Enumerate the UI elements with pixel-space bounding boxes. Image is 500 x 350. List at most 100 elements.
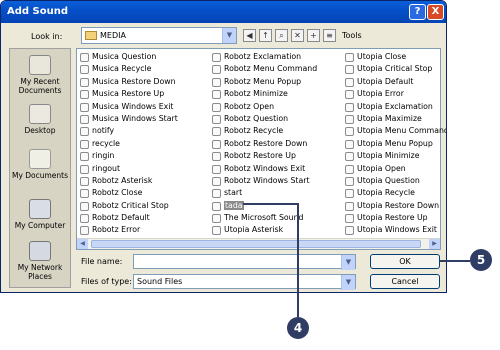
file-list[interactable]: Musica Question Musica Recycle Musica Rest… (76, 48, 446, 250)
file-item[interactable]: Utopia Menu Command (344, 125, 447, 137)
file-item[interactable]: notify (79, 125, 178, 137)
sound-file-icon (345, 102, 354, 112)
sound-file-icon (80, 90, 89, 100)
sound-file-icon (212, 226, 221, 236)
file-item[interactable]: Utopia Menu Popup (344, 138, 446, 150)
file-item-label: The Microsoft Sound (224, 213, 304, 223)
tools-menu[interactable]: Tools (342, 31, 362, 40)
scrollbar-thumb[interactable] (91, 240, 421, 248)
file-item[interactable]: Robotz Windows Exit (211, 163, 317, 175)
sound-file-icon (345, 53, 354, 62)
chevron-down-icon[interactable]: ▼ (222, 28, 236, 43)
file-item[interactable]: Utopia Default (344, 76, 446, 88)
file-item[interactable]: Robotz Windows Start (211, 175, 317, 187)
place-my-computer[interactable]: My Computer (10, 199, 70, 230)
close-button[interactable]: X (427, 4, 444, 20)
file-type-dropdown[interactable]: Sound Files ▼ (133, 274, 356, 290)
file-item[interactable]: Robotz Close (79, 187, 178, 199)
file-item[interactable]: Utopia Minimize (344, 150, 446, 162)
toolbar: ◀ ↑ ⌕ ✕ + ≡ Tools (243, 27, 362, 44)
help-button[interactable]: ? (409, 4, 426, 20)
sound-file-icon (212, 114, 221, 124)
folder-icon (85, 31, 97, 40)
place-network[interactable]: My Network Places (10, 241, 70, 281)
horizontal-scrollbar[interactable]: ◀ ▶ (77, 238, 440, 249)
look-in-dropdown[interactable]: MEDIA ▼ (81, 27, 237, 44)
ok-button[interactable]: OK (370, 254, 440, 269)
views-icon[interactable]: ≡ (323, 29, 336, 42)
file-item[interactable]: Musica Windows Start (79, 113, 178, 125)
new-folder-icon[interactable]: + (307, 29, 320, 42)
file-item-label: Robotz Critical Stop (92, 200, 169, 210)
file-item[interactable]: Robotz Open (211, 101, 317, 113)
file-item[interactable]: ringout (79, 163, 178, 175)
scroll-right-icon[interactable]: ▶ (429, 239, 440, 249)
file-item[interactable]: Robotz Restore Up (211, 150, 317, 162)
file-item[interactable]: Musica Windows Exit (79, 101, 178, 113)
file-item[interactable]: Musica Restore Up (79, 88, 178, 100)
chevron-down-icon[interactable]: ▼ (341, 255, 355, 270)
file-item-label: Utopia Maximize (357, 113, 422, 123)
up-folder-icon[interactable]: ↑ (259, 29, 272, 42)
recent-documents-icon (29, 55, 51, 75)
sound-file-icon (345, 90, 354, 100)
file-item[interactable]: Utopia Critical Stop (344, 63, 446, 75)
cancel-button[interactable]: Cancel (370, 274, 440, 289)
sound-file-icon (80, 152, 89, 162)
back-icon[interactable]: ◀ (243, 29, 256, 42)
file-item[interactable]: Utopia Question (344, 175, 446, 187)
file-item[interactable]: Utopia Maximize (344, 113, 446, 125)
sound-file-icon (212, 102, 221, 112)
search-icon[interactable]: ⌕ (275, 29, 288, 42)
file-item[interactable]: Robotz Critical Stop (79, 200, 178, 212)
delete-icon[interactable]: ✕ (291, 29, 304, 42)
file-item[interactable]: start (211, 187, 317, 199)
file-item[interactable]: Utopia Windows Exit (344, 224, 446, 236)
sound-file-icon (212, 201, 221, 211)
file-item[interactable]: Robotz Default (79, 212, 178, 224)
file-item[interactable]: Robotz Minimize (211, 88, 317, 100)
file-item-label: Utopia Menu Command (357, 126, 447, 136)
file-item[interactable]: Musica Recycle (79, 63, 178, 75)
file-item[interactable]: Utopia Exclamation (344, 101, 446, 113)
file-item[interactable]: ringin (79, 150, 178, 162)
file-item[interactable]: Utopia Restore Up (344, 212, 446, 224)
file-item-label: Robotz Windows Exit (224, 163, 306, 173)
callout-step-4: 4 (287, 317, 309, 339)
place-desktop[interactable]: Desktop (10, 104, 70, 135)
dialog-title: Add Sound (7, 6, 69, 17)
file-item[interactable]: Robotz Menu Command (211, 63, 317, 75)
file-item[interactable]: Robotz Error (79, 224, 178, 236)
scroll-left-icon[interactable]: ◀ (77, 239, 88, 249)
file-item-label: Musica Question (92, 52, 157, 61)
file-item[interactable]: Utopia Open (344, 163, 446, 175)
file-item[interactable]: Musica Restore Down (79, 76, 178, 88)
file-item[interactable]: Utopia Restore Down (344, 200, 446, 212)
file-item[interactable]: Utopia Close (344, 51, 446, 63)
file-item[interactable]: tada (211, 200, 317, 212)
sound-file-icon (212, 189, 221, 199)
chevron-down-icon[interactable]: ▼ (341, 275, 355, 290)
places-bar: My Recent Documents Desktop My Documents… (9, 48, 71, 288)
file-item[interactable]: Robotz Asterisk (79, 175, 178, 187)
file-item-label: start (224, 188, 243, 198)
place-recent[interactable]: My Recent Documents (10, 55, 70, 95)
file-item[interactable]: Robotz Question (211, 113, 317, 125)
file-item[interactable]: Utopia Error (344, 88, 446, 100)
sound-file-icon (80, 176, 89, 186)
sound-file-icon (80, 53, 89, 62)
place-label: My Documents (11, 171, 69, 180)
sound-file-icon (345, 176, 354, 186)
file-name-field[interactable]: ▼ (133, 254, 356, 270)
file-item[interactable]: Robotz Menu Popup (211, 76, 317, 88)
file-item[interactable]: The Microsoft Sound (211, 212, 317, 224)
file-item[interactable]: Utopia Asterisk (211, 224, 317, 236)
sound-file-icon (80, 127, 89, 137)
file-item[interactable]: Robotz Exclamation (211, 51, 317, 63)
file-item[interactable]: recycle (79, 138, 178, 150)
file-item[interactable]: Robotz Restore Down (211, 138, 317, 150)
place-my-documents[interactable]: My Documents (10, 149, 70, 180)
file-item[interactable]: Utopia Recycle (344, 187, 446, 199)
file-item[interactable]: Robotz Recycle (211, 125, 317, 137)
file-item[interactable]: Musica Question (79, 51, 178, 63)
